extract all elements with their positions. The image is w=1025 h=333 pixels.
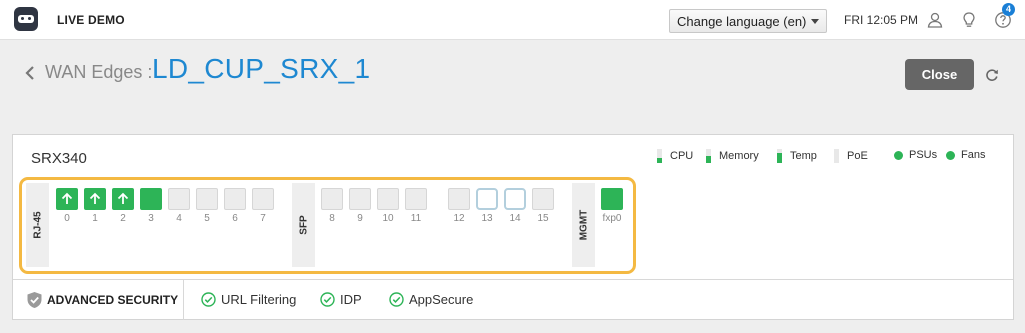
legend-poe: PoE [834,149,868,163]
feature-idp: IDP [320,292,362,307]
port-label-6: 6 [232,213,238,224]
port-8[interactable] [321,188,343,210]
group-rj45: RJ-45 [26,183,49,267]
legend-temp: Temp [777,149,817,163]
check-circle-icon [389,292,404,307]
temp-bar [777,149,782,163]
language-select[interactable]: Change language (en) [669,9,827,33]
device-model: SRX340 [31,150,87,167]
memory-bar [706,149,711,163]
port-label-8: 8 [329,213,335,224]
feature-idp-label: IDP [340,292,362,307]
port-7[interactable] [252,188,274,210]
card-divider [13,279,1013,280]
legend-psus: PSUs [894,149,937,161]
port-9[interactable] [349,188,371,210]
feature-url-filtering: URL Filtering [201,292,296,307]
port-label-0: 0 [64,213,70,224]
port-label-4: 4 [176,213,182,224]
group-mgmt: MGMT [572,183,595,267]
feature-appsecure-label: AppSecure [409,292,474,307]
legend-psus-label: PSUs [909,149,938,161]
port-5[interactable] [196,188,218,210]
close-button[interactable]: Close [905,59,974,90]
user-icon[interactable] [926,11,944,29]
clock: FRI 12:05 PM [844,13,919,27]
legend-fans: Fans [946,149,985,161]
check-circle-icon [320,292,335,307]
port-label-3: 3 [148,213,154,224]
port-15[interactable] [532,188,554,210]
port-12[interactable] [448,188,470,210]
group-sfp-label: SFP [298,215,309,235]
legend-memory: Memory [706,149,759,163]
port-label-5: 5 [204,213,210,224]
robot-logo-icon[interactable] [14,7,38,31]
port-label-7: 7 [260,213,266,224]
breadcrumb[interactable]: WAN Edges : [45,62,152,83]
advanced-security-title: ADVANCED SECURITY [47,293,179,307]
org-name[interactable]: LIVE DEMO [57,13,125,27]
port-1[interactable] [84,188,106,210]
port-label-13: 13 [481,213,493,224]
notification-badge: 4 [1002,3,1015,16]
back-chevron-icon[interactable] [23,65,37,81]
cpu-bar [657,149,662,163]
feature-appsecure: AppSecure [389,292,473,307]
psu-status-dot [894,150,903,160]
legend-temp-label: Temp [790,150,817,162]
page-title: LD_CUP_SRX_1 [152,53,371,84]
port-label-fxp0: fxp0 [602,213,622,224]
port-6[interactable] [224,188,246,210]
port-14[interactable] [504,188,526,210]
port-label-14: 14 [509,213,521,224]
port-11[interactable] [405,188,427,210]
legend-fans-label: Fans [961,149,986,161]
port-label-2: 2 [120,213,126,224]
legend-poe-label: PoE [847,150,868,162]
group-rj45-label: RJ-45 [32,211,43,239]
check-circle-icon [201,292,216,307]
port-label-12: 12 [453,213,465,224]
port-0[interactable] [56,188,78,210]
top-bar: LIVE DEMO Change language (en) FRI 12:05… [0,0,1025,40]
section-separator [183,280,184,320]
language-select-value: Change language (en) [677,14,807,29]
port-fxp0[interactable] [601,188,623,210]
chevron-down-icon [811,19,819,24]
port-label-1: 1 [92,213,98,224]
port-3[interactable] [140,188,162,210]
port-label-11: 11 [410,213,422,224]
group-mgmt-label: MGMT [578,209,589,241]
port-label-10: 10 [382,213,394,224]
legend-memory-label: Memory [719,150,759,162]
port-label-9: 9 [357,213,363,224]
poe-bar [834,149,839,163]
feature-url-filtering-label: URL Filtering [221,292,297,307]
device-card: SRX340 CPU Memory Temp PoE PSUs Fans RJ-… [12,134,1014,320]
legend-cpu: CPU [657,149,693,163]
port-10[interactable] [377,188,399,210]
shield-check-icon [27,292,42,308]
refresh-icon[interactable] [985,68,999,82]
group-sfp: SFP [292,183,315,267]
port-label-15: 15 [537,213,549,224]
lightbulb-icon[interactable] [960,11,978,29]
port-2[interactable] [112,188,134,210]
port-4[interactable] [168,188,190,210]
port-13[interactable] [476,188,498,210]
fan-status-dot [946,150,955,160]
legend-cpu-label: CPU [670,150,694,162]
